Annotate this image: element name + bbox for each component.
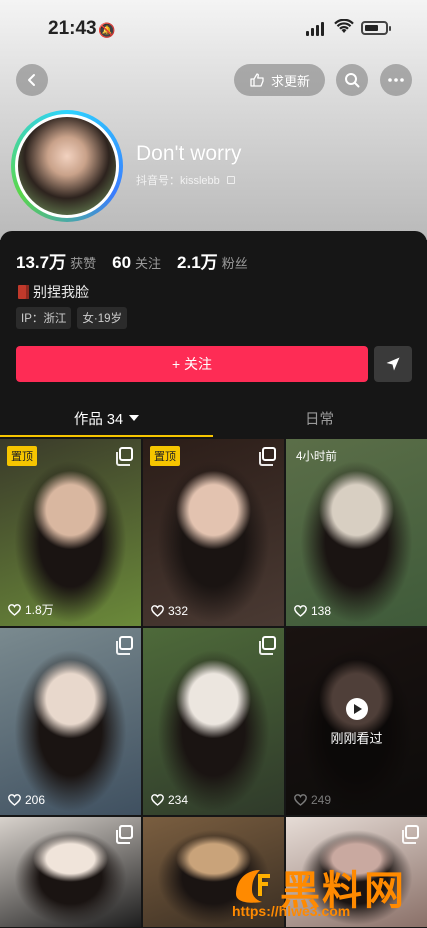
stat-value: 2.1万: [177, 253, 218, 272]
video-thumbnail[interactable]: [0, 817, 141, 927]
heart-icon: [8, 794, 21, 806]
like-count: 332: [151, 604, 188, 618]
request-update-button[interactable]: 求更新: [234, 64, 325, 96]
heart-icon: [8, 603, 21, 616]
copy-icon[interactable]: [226, 176, 235, 184]
video-grid: 置顶 1.8万 置顶 332 4小时前 138 206 234 刚刚看过 249: [0, 439, 427, 927]
profile-stats: 13.7万 获赞 60 关注 2.1万 粉丝: [16, 248, 248, 273]
stat-following[interactable]: 60 关注: [112, 253, 161, 273]
avatar[interactable]: [11, 110, 123, 222]
like-count: 206: [8, 793, 45, 807]
video-thumbnail[interactable]: 4小时前 138: [286, 439, 427, 626]
wifi-icon: [334, 19, 354, 33]
profile-tags: IP：浙江 女·19岁: [16, 307, 127, 329]
tag-ip: IP：浙江: [16, 307, 72, 329]
battery-icon: [361, 21, 391, 35]
watermark-url: https://hlwe3.com: [232, 903, 351, 919]
multi-image-icon: [116, 825, 133, 844]
profile-handle[interactable]: 抖音号：kisslebb: [136, 172, 235, 188]
back-button[interactable]: [16, 64, 48, 96]
status-time: 21:43: [48, 18, 97, 39]
video-thumbnail[interactable]: 置顶 332: [143, 439, 284, 626]
watermark-logo-icon: [236, 870, 270, 903]
book-icon: [18, 285, 29, 299]
like-count-value: 249: [311, 793, 332, 807]
pinned-badge: 置顶: [150, 446, 180, 466]
tab-daily[interactable]: 日常: [213, 398, 426, 438]
search-icon: [345, 73, 360, 88]
heart-icon: [151, 605, 164, 617]
share-button[interactable]: [374, 346, 412, 382]
like-count: 1.8万: [8, 601, 54, 618]
stat-label: 关注: [135, 256, 162, 271]
follow-button[interactable]: + 关注: [16, 346, 368, 382]
recently-watched-label: 刚刚看过: [330, 731, 383, 746]
like-count: 234: [151, 793, 188, 807]
caret-down-icon: [129, 415, 140, 421]
like-count: 138: [294, 604, 331, 618]
send-icon: [386, 357, 400, 371]
more-dots-icon: [388, 78, 404, 82]
chevron-left-icon: [28, 74, 35, 86]
mute-bell-icon: 🔕: [98, 22, 116, 38]
bio-text: 别捏我脸: [33, 284, 89, 300]
more-button[interactable]: [380, 64, 412, 96]
video-thumbnail[interactable]: 刚刚看过 249: [286, 628, 427, 815]
tab-works[interactable]: 作品 34: [0, 398, 213, 438]
profile-name: Don't worry: [136, 142, 242, 165]
tab-works-label: 作品 34: [73, 411, 124, 428]
handle-label: 抖音号：kisslebb: [136, 175, 220, 187]
like-count-value: 234: [168, 793, 189, 807]
request-update-label: 求更新: [270, 73, 310, 89]
stat-followers[interactable]: 2.1万 粉丝: [177, 248, 248, 273]
play-icon: [346, 698, 368, 720]
stat-label: 粉丝: [221, 256, 248, 271]
like-count-value: 1.8万: [25, 603, 54, 617]
stat-likes[interactable]: 13.7万 获赞: [16, 248, 96, 273]
stat-value: 13.7万: [16, 253, 67, 272]
profile-bio: 别捏我脸: [18, 282, 89, 302]
search-button[interactable]: [336, 64, 368, 96]
multi-image-icon: [402, 825, 419, 844]
avatar-image: [15, 114, 119, 218]
tag-gender-age-text: 女·19岁: [82, 313, 122, 325]
stat-label: 获赞: [70, 256, 97, 271]
heart-icon: [294, 605, 307, 617]
heart-icon: [151, 794, 164, 806]
thumb-point-icon: [250, 73, 264, 87]
like-count-value: 332: [168, 604, 189, 618]
heart-icon: [294, 794, 307, 806]
video-thumbnail[interactable]: 234: [143, 628, 284, 815]
post-time: 4小时前: [296, 451, 337, 463]
like-count: 249: [294, 793, 331, 807]
content-tabs: 作品 34 日常: [0, 398, 427, 438]
status-bar: 21:43 🔕: [0, 0, 427, 56]
multi-image-icon: [259, 636, 276, 655]
video-thumbnail[interactable]: 206: [0, 628, 141, 815]
like-count-value: 138: [311, 604, 332, 618]
recently-watched-overlay: 刚刚看过: [286, 628, 427, 815]
tab-indicator: [0, 435, 213, 437]
pinned-badge: 置顶: [7, 446, 37, 466]
multi-image-icon: [116, 636, 133, 655]
like-count-value: 206: [25, 793, 46, 807]
multi-image-icon: [116, 447, 133, 466]
video-thumbnail[interactable]: 置顶 1.8万: [0, 439, 141, 626]
watermark: 黑料网 https://hlwe3.com: [226, 858, 426, 926]
tag-gender-age: 女·19岁: [77, 307, 127, 329]
signal-icon: [306, 22, 326, 36]
multi-image-icon: [259, 447, 276, 466]
stat-value: 60: [112, 253, 132, 272]
